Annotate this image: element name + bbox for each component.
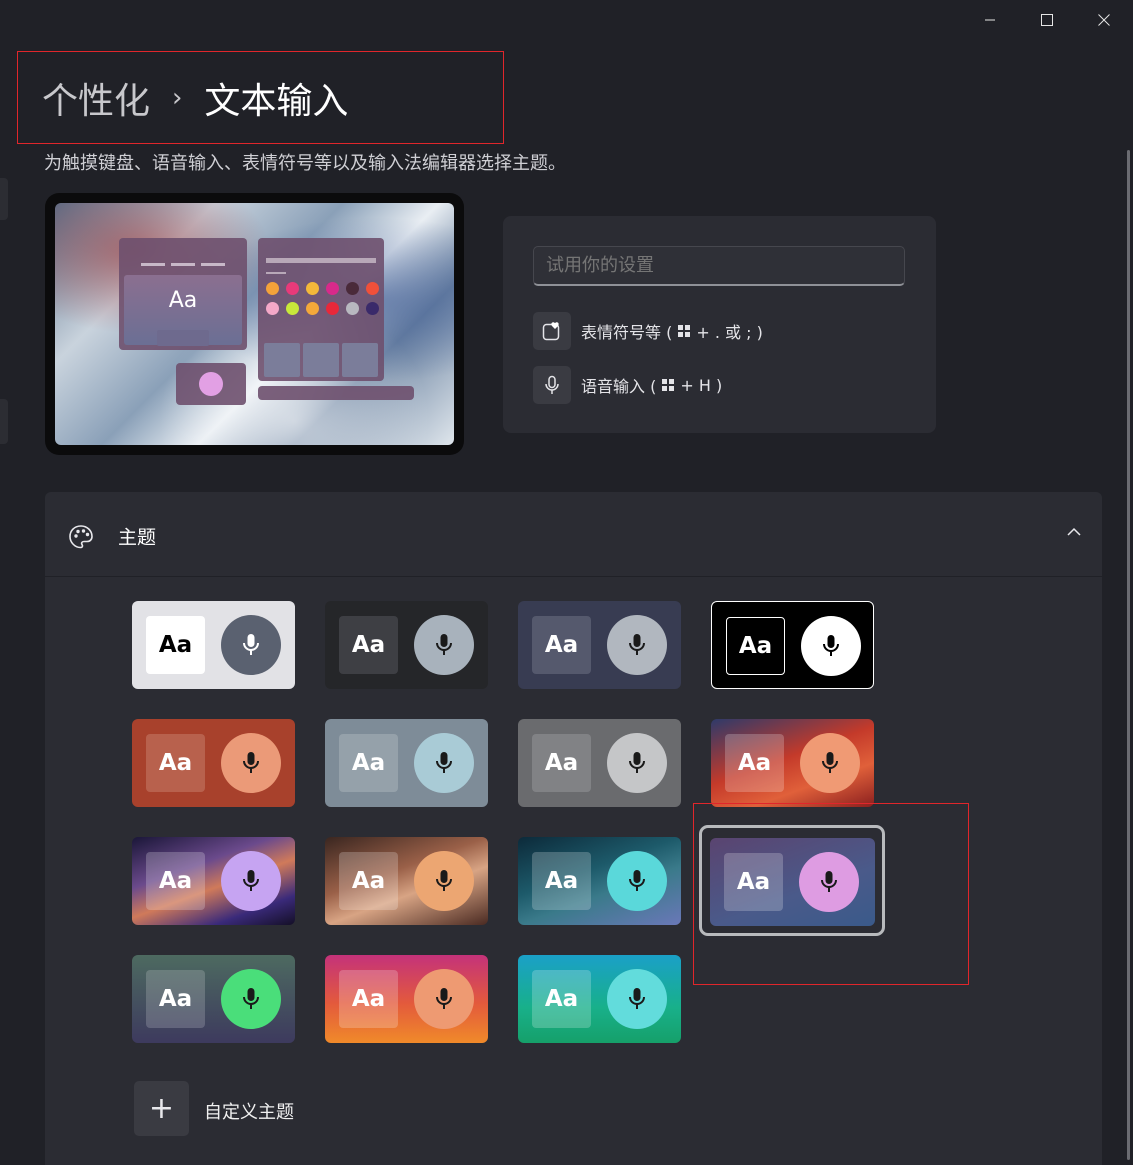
maximize-icon <box>1040 14 1053 26</box>
theme-mic-button <box>801 616 861 676</box>
microphone-icon <box>243 988 259 1009</box>
theme-aa-label: Aa <box>532 734 591 792</box>
theme-mic-button <box>414 851 474 911</box>
microphone-icon <box>243 870 259 891</box>
close-button[interactable] <box>1075 0 1132 40</box>
windows-key-icon <box>678 325 691 337</box>
emoji-shortcut-row: 表情符号等 ( + . 或 ; ) <box>533 312 763 350</box>
chevron-up-icon[interactable] <box>1066 524 1082 540</box>
theme-section-title: 主题 <box>118 526 157 549</box>
microphone-icon <box>436 634 452 655</box>
theme-tile-13[interactable]: Aa <box>132 955 295 1043</box>
microphone-icon <box>629 634 645 655</box>
preview-emoji-panel <box>258 238 384 381</box>
theme-tile-14[interactable]: Aa <box>325 955 488 1043</box>
theme-aa-label: Aa <box>532 616 591 674</box>
theme-aa-label: Aa <box>146 852 205 910</box>
scrollbar[interactable] <box>1127 150 1130 1160</box>
preview-keyboard-panel: Aa <box>119 238 247 350</box>
keyboard-preview: Aa <box>45 193 464 455</box>
theme-tile-11[interactable]: Aa <box>518 837 681 925</box>
preview-aa-label: Aa <box>168 288 198 313</box>
add-custom-theme-button[interactable]: + <box>134 1081 189 1136</box>
palette-icon <box>69 525 93 549</box>
microphone-icon <box>436 870 452 891</box>
annotation-box <box>693 803 969 985</box>
theme-tile-4[interactable]: Aa <box>711 601 874 689</box>
microphone-icon <box>533 366 571 404</box>
theme-mic-button <box>221 969 281 1029</box>
custom-theme-label[interactable]: 自定义主题 <box>204 1098 294 1124</box>
preview-voice-panel <box>176 363 246 405</box>
emoji-shortcut-keys: + . 或 ; ) <box>696 323 763 342</box>
theme-tile-7[interactable]: Aa <box>518 719 681 807</box>
close-icon <box>1097 14 1110 26</box>
breadcrumb-parent[interactable]: 个性化 <box>42 72 150 124</box>
theme-aa-label: Aa <box>532 970 591 1028</box>
theme-aa-label: Aa <box>725 734 784 792</box>
theme-aa-label: Aa <box>339 616 398 674</box>
theme-tile-15[interactable]: Aa <box>518 955 681 1043</box>
try-settings-panel: 表情符号等 ( + . 或 ; ) 语音输入 ( + H ) <box>503 216 936 433</box>
theme-section-header[interactable]: 主题 <box>45 492 1102 576</box>
theme-tile-3[interactable]: Aa <box>518 601 681 689</box>
microphone-icon <box>629 752 645 773</box>
theme-mic-button <box>414 615 474 675</box>
theme-aa-label: Aa <box>339 852 398 910</box>
theme-aa-label: Aa <box>532 852 591 910</box>
voice-shortcut-keys: + H ) <box>680 375 723 395</box>
theme-aa-label: Aa <box>726 617 785 675</box>
theme-aa-label: Aa <box>146 616 205 674</box>
theme-mic-button <box>414 733 474 793</box>
try-settings-field[interactable] <box>534 247 904 284</box>
theme-mic-button <box>221 851 281 911</box>
emoji-heart-icon <box>533 312 571 350</box>
emoji-shortcut-label: 表情符号等 ( <box>581 323 673 342</box>
voice-shortcut-row: 语音输入 ( + H ) <box>533 366 722 404</box>
maximize-button[interactable] <box>1018 0 1075 40</box>
minimize-button[interactable] <box>961 0 1018 40</box>
theme-tile-9[interactable]: Aa <box>132 837 295 925</box>
microphone-icon <box>629 870 645 891</box>
preview-toolbar <box>258 386 414 400</box>
theme-mic-button <box>414 969 474 1029</box>
page-description: 为触摸键盘、语音输入、表情符号等以及输入法编辑器选择主题。 <box>44 153 566 174</box>
preview-wallpaper: Aa <box>55 203 454 445</box>
theme-mic-button <box>607 969 667 1029</box>
theme-mic-button <box>607 851 667 911</box>
microphone-icon <box>436 752 452 773</box>
plus-icon: + <box>148 1090 175 1126</box>
theme-tile-8[interactable]: Aa <box>711 719 874 807</box>
minimize-icon <box>984 19 995 21</box>
theme-tile-1[interactable]: Aa <box>132 601 295 689</box>
theme-tile-10[interactable]: Aa <box>325 837 488 925</box>
theme-mic-button <box>607 733 667 793</box>
theme-aa-label: Aa <box>146 970 205 1028</box>
microphone-icon <box>823 635 839 656</box>
voice-shortcut-label: 语音输入 ( <box>581 377 657 396</box>
windows-key-icon <box>662 379 675 391</box>
microphone-icon <box>436 988 452 1009</box>
microphone-icon <box>243 752 259 773</box>
theme-aa-label: Aa <box>339 734 398 792</box>
theme-tile-5[interactable]: Aa <box>132 719 295 807</box>
theme-mic-button <box>221 615 281 675</box>
microphone-icon <box>822 752 838 773</box>
breadcrumb-separator-icon: › <box>172 83 183 113</box>
theme-aa-label: Aa <box>339 970 398 1028</box>
theme-tile-6[interactable]: Aa <box>325 719 488 807</box>
microphone-icon <box>243 634 259 655</box>
sidebar-stub <box>0 178 8 220</box>
theme-mic-button <box>607 615 667 675</box>
microphone-icon <box>629 988 645 1009</box>
breadcrumb: 个性化 › 文本输入 <box>42 70 348 126</box>
theme-tile-2[interactable]: Aa <box>325 601 488 689</box>
theme-aa-label: Aa <box>146 734 205 792</box>
theme-mic-button <box>800 733 860 793</box>
sidebar-stub <box>0 399 8 444</box>
page-title: 文本输入 <box>204 81 349 122</box>
theme-mic-button <box>221 733 281 793</box>
try-settings-input[interactable] <box>533 246 905 286</box>
